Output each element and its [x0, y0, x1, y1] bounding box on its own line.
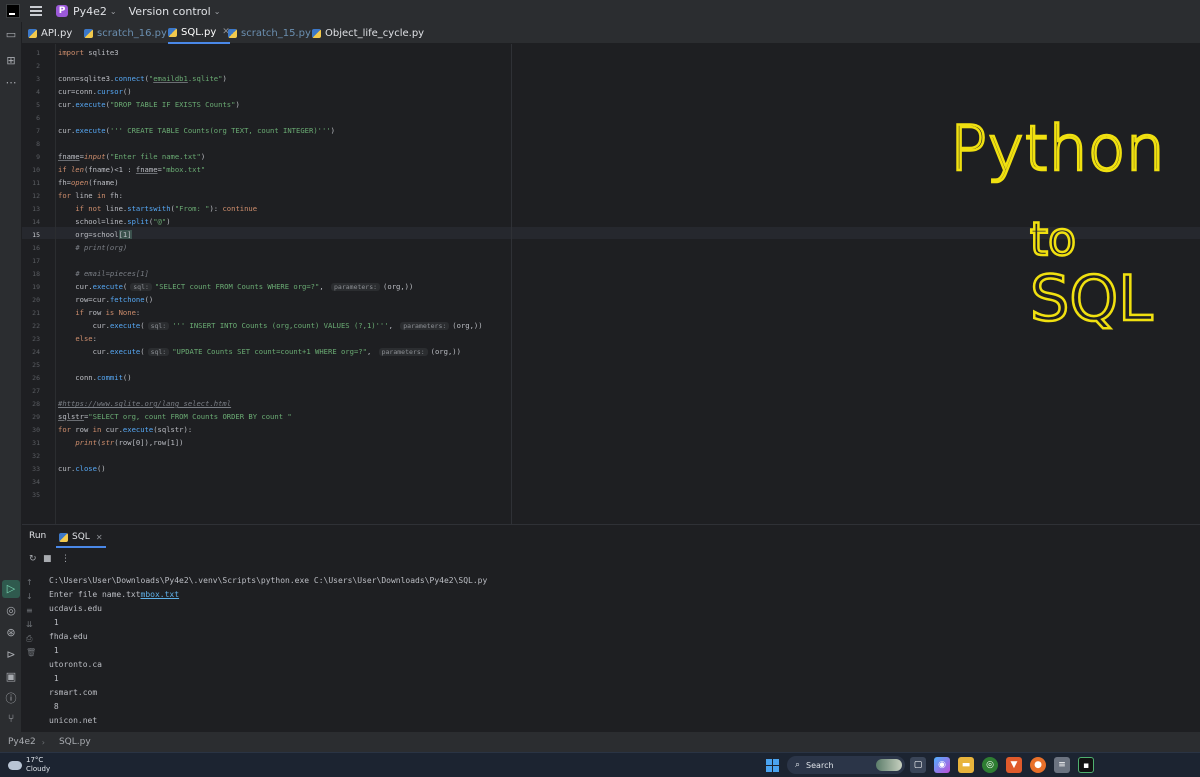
- console-line: Enter file name.txtmbox.txt: [49, 590, 179, 599]
- stop-icon[interactable]: ■: [43, 554, 52, 564]
- console-input-echo: mbox.txt: [140, 590, 180, 599]
- scroll-to-end-icon[interactable]: ⇊: [26, 620, 33, 629]
- firefox-icon[interactable]: ●: [1030, 757, 1046, 773]
- console-prompt: Enter file name.txt: [49, 590, 141, 599]
- console-line: ucdavis.edu: [49, 604, 102, 613]
- handwriting-line-2: to: [1030, 212, 1076, 266]
- soft-wrap-icon[interactable]: ≡: [26, 606, 33, 615]
- brave-icon[interactable]: ▼: [1006, 757, 1022, 773]
- more-options-icon[interactable]: ⋮: [61, 554, 70, 564]
- clear-icon[interactable]: 🗑: [26, 648, 36, 657]
- run-toolbar: ↻ ■ ⋮: [22, 548, 1200, 570]
- console-line: unicon.net: [49, 716, 98, 725]
- run-panel-title: Run: [29, 531, 47, 541]
- cloud-icon: [8, 760, 22, 770]
- weather-widget[interactable]: 17°C Cloudy: [8, 756, 50, 774]
- database-icon[interactable]: ≡: [1054, 757, 1070, 773]
- console-line: rsmart.com: [49, 688, 98, 697]
- file-explorer-icon[interactable]: ▬: [958, 757, 974, 773]
- search-highlight-image: [876, 759, 902, 771]
- handwriting-line-3: SQL: [1030, 262, 1153, 335]
- close-icon[interactable]: ✕: [96, 533, 103, 542]
- rerun-icon[interactable]: ↻: [29, 554, 37, 564]
- weather-condition: Cloudy: [26, 765, 51, 773]
- print-icon[interactable]: ⎙: [26, 634, 32, 644]
- handwriting-line-1: Python: [950, 112, 1165, 185]
- search-icon: ⌕: [795, 760, 801, 770]
- chrome-icon[interactable]: ◎: [982, 757, 998, 773]
- scroll-up-icon[interactable]: ↑: [26, 578, 33, 587]
- chevron-right-icon: ›: [41, 737, 45, 747]
- copilot-icon[interactable]: ◉: [934, 757, 950, 773]
- pycharm-taskbar-icon[interactable]: ▪: [1078, 757, 1094, 773]
- console-line: 8: [49, 702, 59, 711]
- scroll-down-icon[interactable]: ↓: [26, 592, 33, 601]
- console-line: 1: [49, 618, 59, 627]
- breadcrumb-file[interactable]: SQL.py: [59, 737, 91, 747]
- windows-taskbar: 17°C Cloudy ⌕ Search ▢ ◉ ▬ ◎ ▼ ● ≡ ▪: [0, 752, 1200, 777]
- run-panel-header: Run SQL ✕: [22, 524, 1200, 548]
- run-tab-sql[interactable]: SQL ✕: [56, 528, 106, 548]
- python-file-icon: [59, 532, 68, 542]
- run-tab-label: SQL: [72, 532, 90, 542]
- search-label: Search: [806, 760, 834, 770]
- weather-temperature: 17°C: [26, 756, 44, 764]
- breadcrumb-project[interactable]: Py4e2: [8, 737, 36, 747]
- console-line: fhda.edu: [49, 632, 88, 641]
- windows-start-icon[interactable]: [766, 759, 779, 772]
- console-line: 1: [49, 646, 59, 655]
- task-view-icon[interactable]: ▢: [910, 757, 926, 773]
- status-bar: Py4e2 › SQL.py: [0, 732, 1200, 752]
- run-console[interactable]: ↑ ↓ ≡ ⇊ ⎙ 🗑 C:\Users\User\Downloads\Py4e…: [22, 570, 1200, 732]
- console-line: utoronto.ca: [49, 660, 102, 669]
- taskbar-search[interactable]: ⌕ Search: [787, 756, 905, 774]
- console-line: 1: [49, 674, 59, 683]
- console-line: C:\Users\User\Downloads\Py4e2\.venv\Scri…: [49, 576, 488, 585]
